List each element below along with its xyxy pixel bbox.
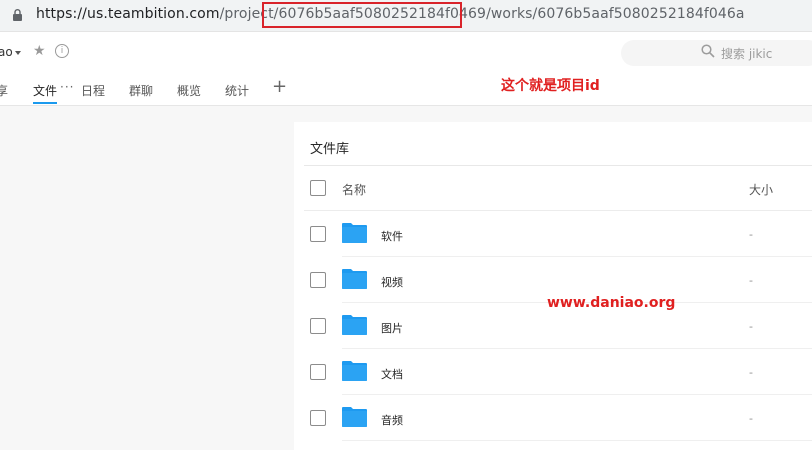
tab-files[interactable]: 文件 xyxy=(33,82,57,99)
folder-icon xyxy=(342,407,367,427)
project-id-annotation: 这个就是项目id xyxy=(501,78,600,94)
file-size: - xyxy=(749,274,753,287)
file-size: - xyxy=(749,228,753,241)
project-header: ao ★ i 搜索 jikic xyxy=(0,32,812,73)
url-host: https://us.teambition.com xyxy=(36,6,220,22)
panel-title: 文件库 xyxy=(310,142,350,157)
column-header-size[interactable]: 大小 xyxy=(749,181,773,198)
file-name[interactable]: 图片 xyxy=(381,320,403,336)
info-icon[interactable]: i xyxy=(55,44,69,58)
more-icon[interactable]: ··· xyxy=(60,80,74,94)
folder-icon xyxy=(342,223,367,243)
lock-icon xyxy=(13,9,22,21)
folder-icon xyxy=(342,361,367,381)
search-placeholder: 搜索 jikic xyxy=(721,47,773,61)
file-name[interactable]: 音频 xyxy=(381,412,403,428)
project-id-highlight-box xyxy=(262,2,462,28)
column-header-name[interactable]: 名称 xyxy=(342,181,366,198)
search-icon xyxy=(701,44,715,58)
watermark-text: www.daniao.org xyxy=(547,295,676,311)
file-name[interactable]: 文档 xyxy=(381,366,403,382)
row-checkbox[interactable] xyxy=(310,272,326,288)
file-size: - xyxy=(749,320,753,333)
row-checkbox[interactable] xyxy=(310,410,326,426)
url-path-suffix: /works/6076b5aaf5080252184f046a xyxy=(486,6,745,22)
add-tab-button[interactable]: + xyxy=(272,76,287,97)
row-checkbox[interactable] xyxy=(310,226,326,242)
tab-overview[interactable]: 概览 xyxy=(177,82,201,99)
row-checkbox[interactable] xyxy=(310,318,326,334)
file-row[interactable]: 音频 - xyxy=(294,395,812,441)
divider xyxy=(342,440,812,441)
folder-icon xyxy=(342,315,367,335)
file-name[interactable]: 视频 xyxy=(381,274,403,290)
chevron-down-icon[interactable] xyxy=(15,51,21,55)
file-size: - xyxy=(749,366,753,379)
tab-active-indicator xyxy=(33,102,57,104)
file-size: - xyxy=(749,412,753,425)
select-all-checkbox[interactable] xyxy=(310,180,326,196)
file-library-panel: 文件库 名称 大小 软件 - 视频 - 图片 - 文档 - 音频 - xyxy=(294,122,812,462)
file-name[interactable]: 软件 xyxy=(381,228,403,244)
tab-schedule[interactable]: 日程 xyxy=(81,82,105,99)
project-name[interactable]: ao xyxy=(0,45,13,59)
file-row[interactable]: 软件 - xyxy=(294,211,812,257)
tab-statistics[interactable]: 统计 xyxy=(225,82,249,99)
folder-icon xyxy=(342,269,367,289)
tab-group-chat[interactable]: 群聊 xyxy=(129,82,153,99)
row-checkbox[interactable] xyxy=(310,364,326,380)
file-row[interactable]: 文档 - xyxy=(294,349,812,395)
browser-address-bar[interactable]: https://us.teambition.com/project/6076b5… xyxy=(0,0,812,32)
star-icon[interactable]: ★ xyxy=(33,43,46,59)
divider xyxy=(304,165,812,166)
tab-share[interactable]: 享 xyxy=(0,82,8,99)
search-input[interactable] xyxy=(621,40,812,66)
project-tabs: 享 文件 ··· 日程 群聊 概览 统计 + xyxy=(0,74,812,106)
